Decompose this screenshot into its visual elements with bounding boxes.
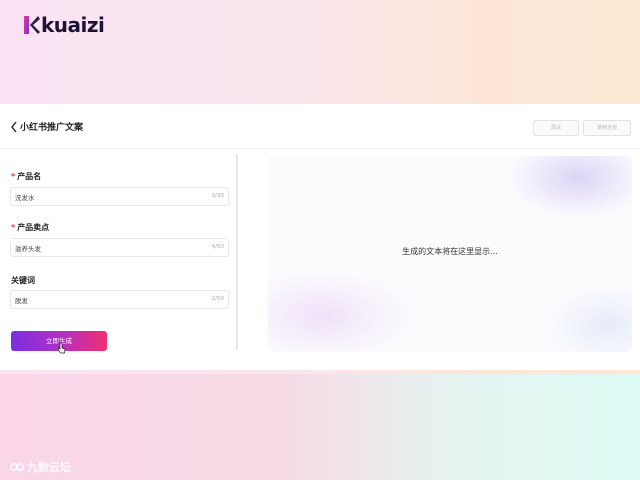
field-label-product-name: * 产品名: [11, 171, 41, 182]
main-card: 小红书推广文案 再试 复制全部 * 产品名 洗发水 3/30 * 产品卖点 滋养头发…: [0, 104, 640, 370]
field-label-text: 产品名: [17, 172, 42, 181]
output-preview-panel: 生成的文本将在这里显示...: [268, 156, 632, 352]
field-label-text: 产品卖点: [17, 223, 50, 232]
field-value: 脱发: [15, 297, 28, 305]
kuaizi-logo-icon: [24, 16, 40, 34]
char-counter: 4/50: [211, 244, 224, 250]
card-header: 小红书推广文案 再试 复制全部: [0, 104, 640, 149]
required-mark: *: [11, 172, 16, 181]
bottom-banner: [0, 374, 640, 480]
watermark-logo-icon: [10, 463, 24, 471]
chevron-left-icon: [11, 121, 17, 132]
required-mark: *: [11, 223, 16, 232]
back-button[interactable]: 小红书推广文案: [10, 120, 83, 133]
char-counter: 3/30: [211, 193, 224, 199]
page-title: 小红书推广文案: [20, 123, 84, 133]
kuaizi-logo[interactable]: kuaizi: [24, 13, 105, 37]
scrollbar[interactable]: [236, 154, 238, 350]
watermark-text: 九数云坛: [27, 461, 71, 474]
logo-text: kuaizi: [41, 13, 105, 37]
field-label-selling-points: * 产品卖点: [11, 222, 49, 233]
field-value: 洗发水: [15, 194, 35, 202]
selling-points-input[interactable]: 滋养头发 4/50: [10, 238, 229, 257]
field-label-text: 关键词: [11, 276, 35, 285]
field-value: 滋养头发: [15, 245, 41, 253]
preview-placeholder: 生成的文本将在这里显示...: [402, 247, 498, 256]
top-banner: kuaizi: [0, 0, 640, 104]
field-label-keywords: 关键词: [11, 275, 35, 286]
retry-button[interactable]: 再试: [533, 120, 579, 136]
keywords-input[interactable]: 脱发 2/50: [10, 290, 229, 309]
watermark: 九数云坛: [10, 459, 71, 475]
copy-all-button[interactable]: 复制全部: [583, 120, 631, 136]
char-counter: 2/50: [211, 296, 224, 302]
product-name-input[interactable]: 洗发水 3/30: [10, 187, 229, 206]
mouse-pointer-icon: [57, 342, 66, 354]
